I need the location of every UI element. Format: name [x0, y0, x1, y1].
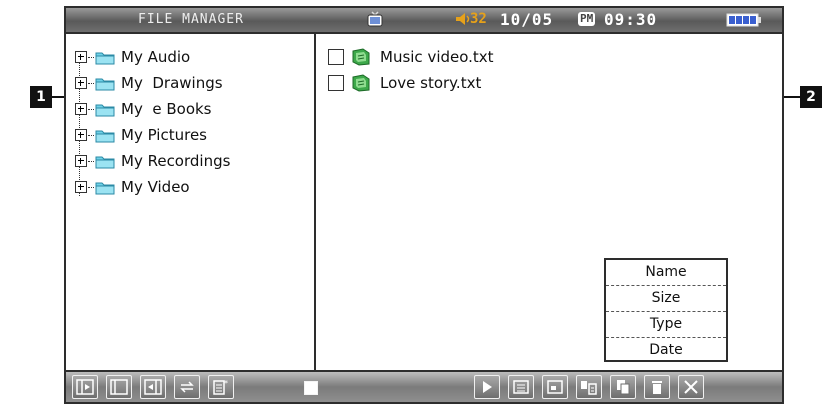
- folder-icon: [95, 52, 115, 64]
- copy-icon: [617, 380, 630, 395]
- folder-icon: [95, 104, 115, 116]
- tv-icon: [367, 11, 383, 27]
- volume-level: 32: [470, 11, 487, 27]
- folder-item-my-video[interactable]: My Video: [74, 174, 230, 200]
- sort-option-type[interactable]: Type: [606, 312, 726, 338]
- file-name: Music video.txt: [380, 48, 494, 66]
- callout-1: 1: [30, 86, 52, 108]
- sort-option-date[interactable]: Date: [606, 338, 726, 363]
- file-checkbox[interactable]: [328, 75, 344, 91]
- folder-tree-pane: My Audio My Drawings My e Books My Pictu…: [66, 34, 316, 370]
- sort-option-size[interactable]: Size: [606, 286, 726, 312]
- date-display: 10/05: [500, 10, 554, 29]
- text-file-icon: [352, 74, 370, 92]
- folder-item-my-pictures[interactable]: My Pictures: [74, 122, 230, 148]
- folder-label: My Recordings: [121, 152, 231, 170]
- file-list-pane: Music video.txt Love story.txt Name Size…: [318, 34, 782, 370]
- battery-icon: [726, 13, 761, 27]
- file-list: Music video.txt Love story.txt: [328, 44, 494, 96]
- close-button[interactable]: [678, 375, 704, 399]
- expand-icon[interactable]: [75, 181, 87, 193]
- list-view-icon: [513, 380, 529, 394]
- app-title: FILE MANAGER: [138, 12, 244, 27]
- folder-icon: [95, 156, 115, 168]
- copy-button[interactable]: [610, 375, 636, 399]
- ampm-badge: PM: [578, 12, 596, 26]
- folder-label: My Pictures: [121, 126, 207, 144]
- folder-item-my-ebooks[interactable]: My e Books: [74, 96, 230, 122]
- collapse-pane-button[interactable]: [140, 375, 166, 399]
- collapse-icon: [144, 379, 162, 395]
- panel-button[interactable]: [106, 375, 132, 399]
- sort-menu: Name Size Type Date: [604, 258, 728, 362]
- file-item[interactable]: Music video.txt: [328, 44, 494, 70]
- toolbar: *: [66, 370, 782, 402]
- folder-item-my-audio[interactable]: My Audio: [74, 44, 230, 70]
- sort-option-name[interactable]: Name: [606, 260, 726, 286]
- file-checkbox[interactable]: [328, 49, 344, 65]
- status-bar: FILE MANAGER 32 10/05 PM 09:30: [66, 8, 782, 34]
- expand-icon[interactable]: [75, 155, 87, 167]
- folder-icon: [95, 130, 115, 142]
- play-icon: [483, 381, 492, 393]
- folder-tree: My Audio My Drawings My e Books My Pictu…: [74, 44, 230, 200]
- selection-checkbox[interactable]: [304, 381, 318, 395]
- list-view-button[interactable]: [508, 375, 534, 399]
- time-display: 09:30: [604, 10, 658, 29]
- close-icon: [684, 380, 698, 394]
- folder-label: My e Books: [121, 100, 212, 118]
- callout-2: 2: [800, 86, 822, 108]
- move-button[interactable]: [576, 375, 602, 399]
- select-all-icon: *: [213, 379, 228, 395]
- svg-text:*: *: [224, 379, 228, 388]
- folder-label: My Drawings: [121, 74, 223, 92]
- play-button[interactable]: [474, 375, 500, 399]
- trash-icon: [652, 381, 662, 394]
- select-all-button[interactable]: *: [208, 375, 234, 399]
- folder-label: My Video: [121, 178, 190, 196]
- window-button[interactable]: [542, 375, 568, 399]
- move-icon: [581, 381, 597, 395]
- file-item[interactable]: Love story.txt: [328, 70, 494, 96]
- expand-icon[interactable]: [75, 51, 87, 63]
- device-screen: FILE MANAGER 32 10/05 PM 09:30 My Audio …: [64, 6, 784, 404]
- expand-icon: [76, 379, 94, 395]
- delete-button[interactable]: [644, 375, 670, 399]
- expand-icon[interactable]: [75, 129, 87, 141]
- expand-icon[interactable]: [75, 77, 87, 89]
- window-icon: [547, 380, 563, 394]
- expand-icon[interactable]: [75, 103, 87, 115]
- folder-item-my-recordings[interactable]: My Recordings: [74, 148, 230, 174]
- folder-icon: [95, 78, 115, 90]
- folder-label: My Audio: [121, 48, 191, 66]
- swap-button[interactable]: [174, 375, 200, 399]
- folder-icon: [95, 182, 115, 194]
- file-name: Love story.txt: [380, 74, 482, 92]
- folder-item-my-drawings[interactable]: My Drawings: [74, 70, 230, 96]
- text-file-icon: [352, 48, 370, 66]
- swap-icon: [180, 381, 194, 393]
- panel-icon: [110, 379, 128, 395]
- expand-pane-button[interactable]: [72, 375, 98, 399]
